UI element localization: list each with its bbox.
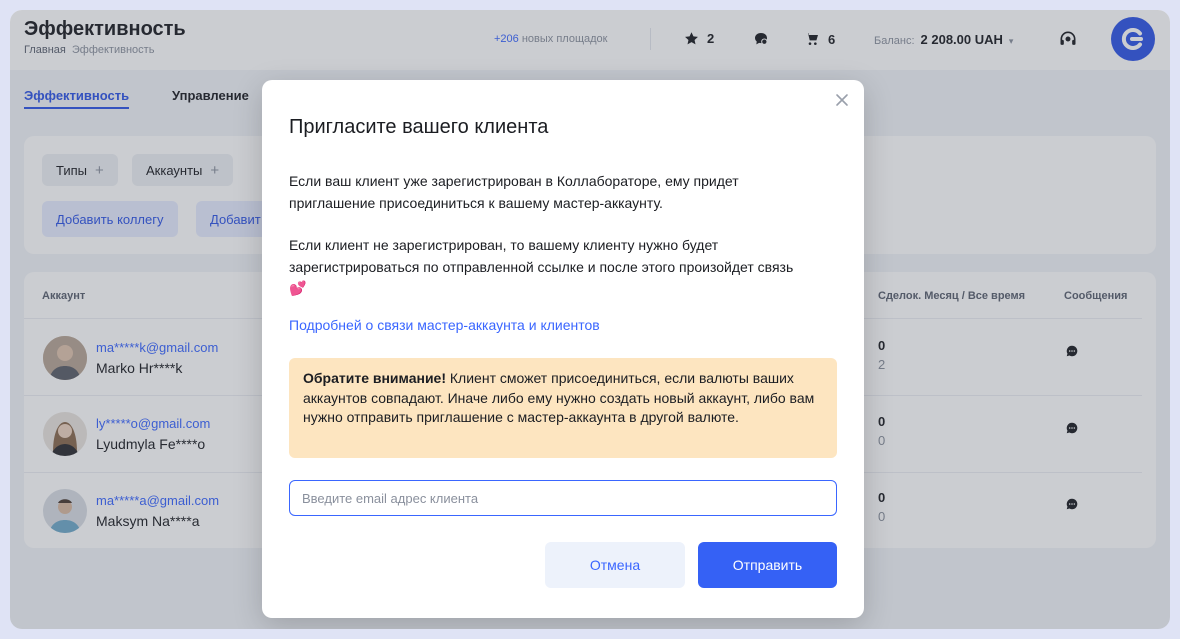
invite-client-modal: Пригласите вашего клиента Если ваш клиен… (262, 80, 864, 618)
modal-paragraph-registered: Если ваш клиент уже зарегистрирован в Ко… (289, 173, 739, 211)
client-email-input[interactable] (289, 480, 837, 516)
modal-paragraph-unregistered: Если клиент не зарегистрирован, то вашем… (289, 237, 794, 296)
cancel-button[interactable]: Отмена (545, 542, 685, 588)
currency-warning-notice: Обратите внимание! Клиент сможет присоед… (289, 358, 837, 458)
notice-title: Обратите внимание! (303, 370, 447, 386)
close-icon[interactable] (832, 90, 852, 110)
modal-title: Пригласите вашего клиента (289, 116, 549, 138)
app-window: Эффективность Главная Эффективность +206 … (10, 10, 1170, 629)
send-button[interactable]: Отправить (698, 542, 837, 588)
master-account-info-link[interactable]: Подробней о связи мастер-аккаунта и клие… (289, 317, 600, 333)
